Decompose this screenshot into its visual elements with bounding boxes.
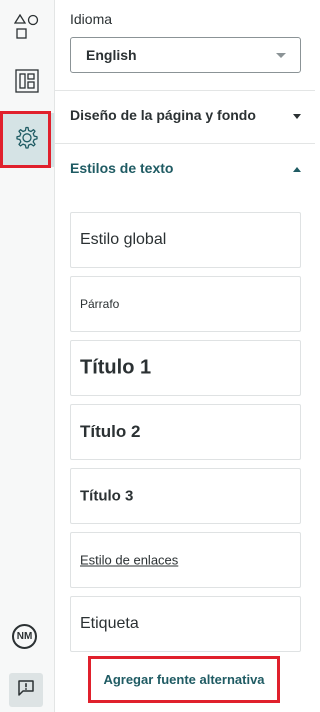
text-style-heading-1[interactable]: Título 1: [70, 340, 301, 396]
left-rail: NM: [0, 0, 55, 712]
text-style-label: Título 3: [80, 487, 134, 505]
add-fallback-font-button[interactable]: Agregar fuente alternativa: [88, 656, 280, 703]
avatar[interactable]: NM: [12, 624, 37, 649]
text-style-label: Párrafo: [80, 297, 120, 311]
text-style-global[interactable]: Estilo global: [70, 212, 301, 268]
chevron-up-icon: [293, 167, 301, 172]
feedback-button[interactable]: [9, 673, 43, 707]
text-style-label: Etiqueta: [80, 615, 139, 632]
layout-icon: [14, 68, 40, 99]
text-style-label: Título 1: [80, 356, 152, 379]
section-page-background[interactable]: Diseño de la página y fondo: [55, 90, 315, 142]
chevron-down-icon: [276, 53, 286, 58]
add-font-label: Agregar fuente alternativa: [103, 672, 265, 687]
text-style-label: Estilo de enlaces: [80, 552, 179, 568]
text-style-heading-3[interactable]: Título 3: [70, 468, 301, 524]
shapes-tool[interactable]: [0, 2, 54, 56]
language-select[interactable]: English: [70, 37, 301, 73]
text-style-label: Título 2: [80, 422, 141, 441]
feedback-icon: [18, 679, 34, 701]
language-value: English: [86, 47, 137, 63]
layout-tool[interactable]: [0, 56, 54, 110]
text-style-label-tag[interactable]: Etiqueta: [70, 596, 301, 652]
shapes-icon: [13, 13, 40, 45]
text-style-links[interactable]: Estilo de enlaces: [70, 532, 301, 588]
section-title-text-styles: Estilos de texto: [70, 160, 174, 176]
settings-panel: Idioma English Diseño de la página y fon…: [55, 0, 315, 712]
text-style-paragraph[interactable]: Párrafo: [70, 276, 301, 332]
section-title-background: Diseño de la página y fondo: [70, 107, 256, 123]
language-label: Idioma: [70, 11, 113, 27]
settings-tool[interactable]: [0, 113, 54, 167]
text-style-label: Estilo global: [80, 231, 167, 248]
gear-icon: [13, 124, 41, 157]
chevron-down-icon: [293, 114, 301, 119]
text-style-heading-2[interactable]: Título 2: [70, 404, 301, 460]
section-text-styles[interactable]: Estilos de texto: [55, 143, 315, 195]
